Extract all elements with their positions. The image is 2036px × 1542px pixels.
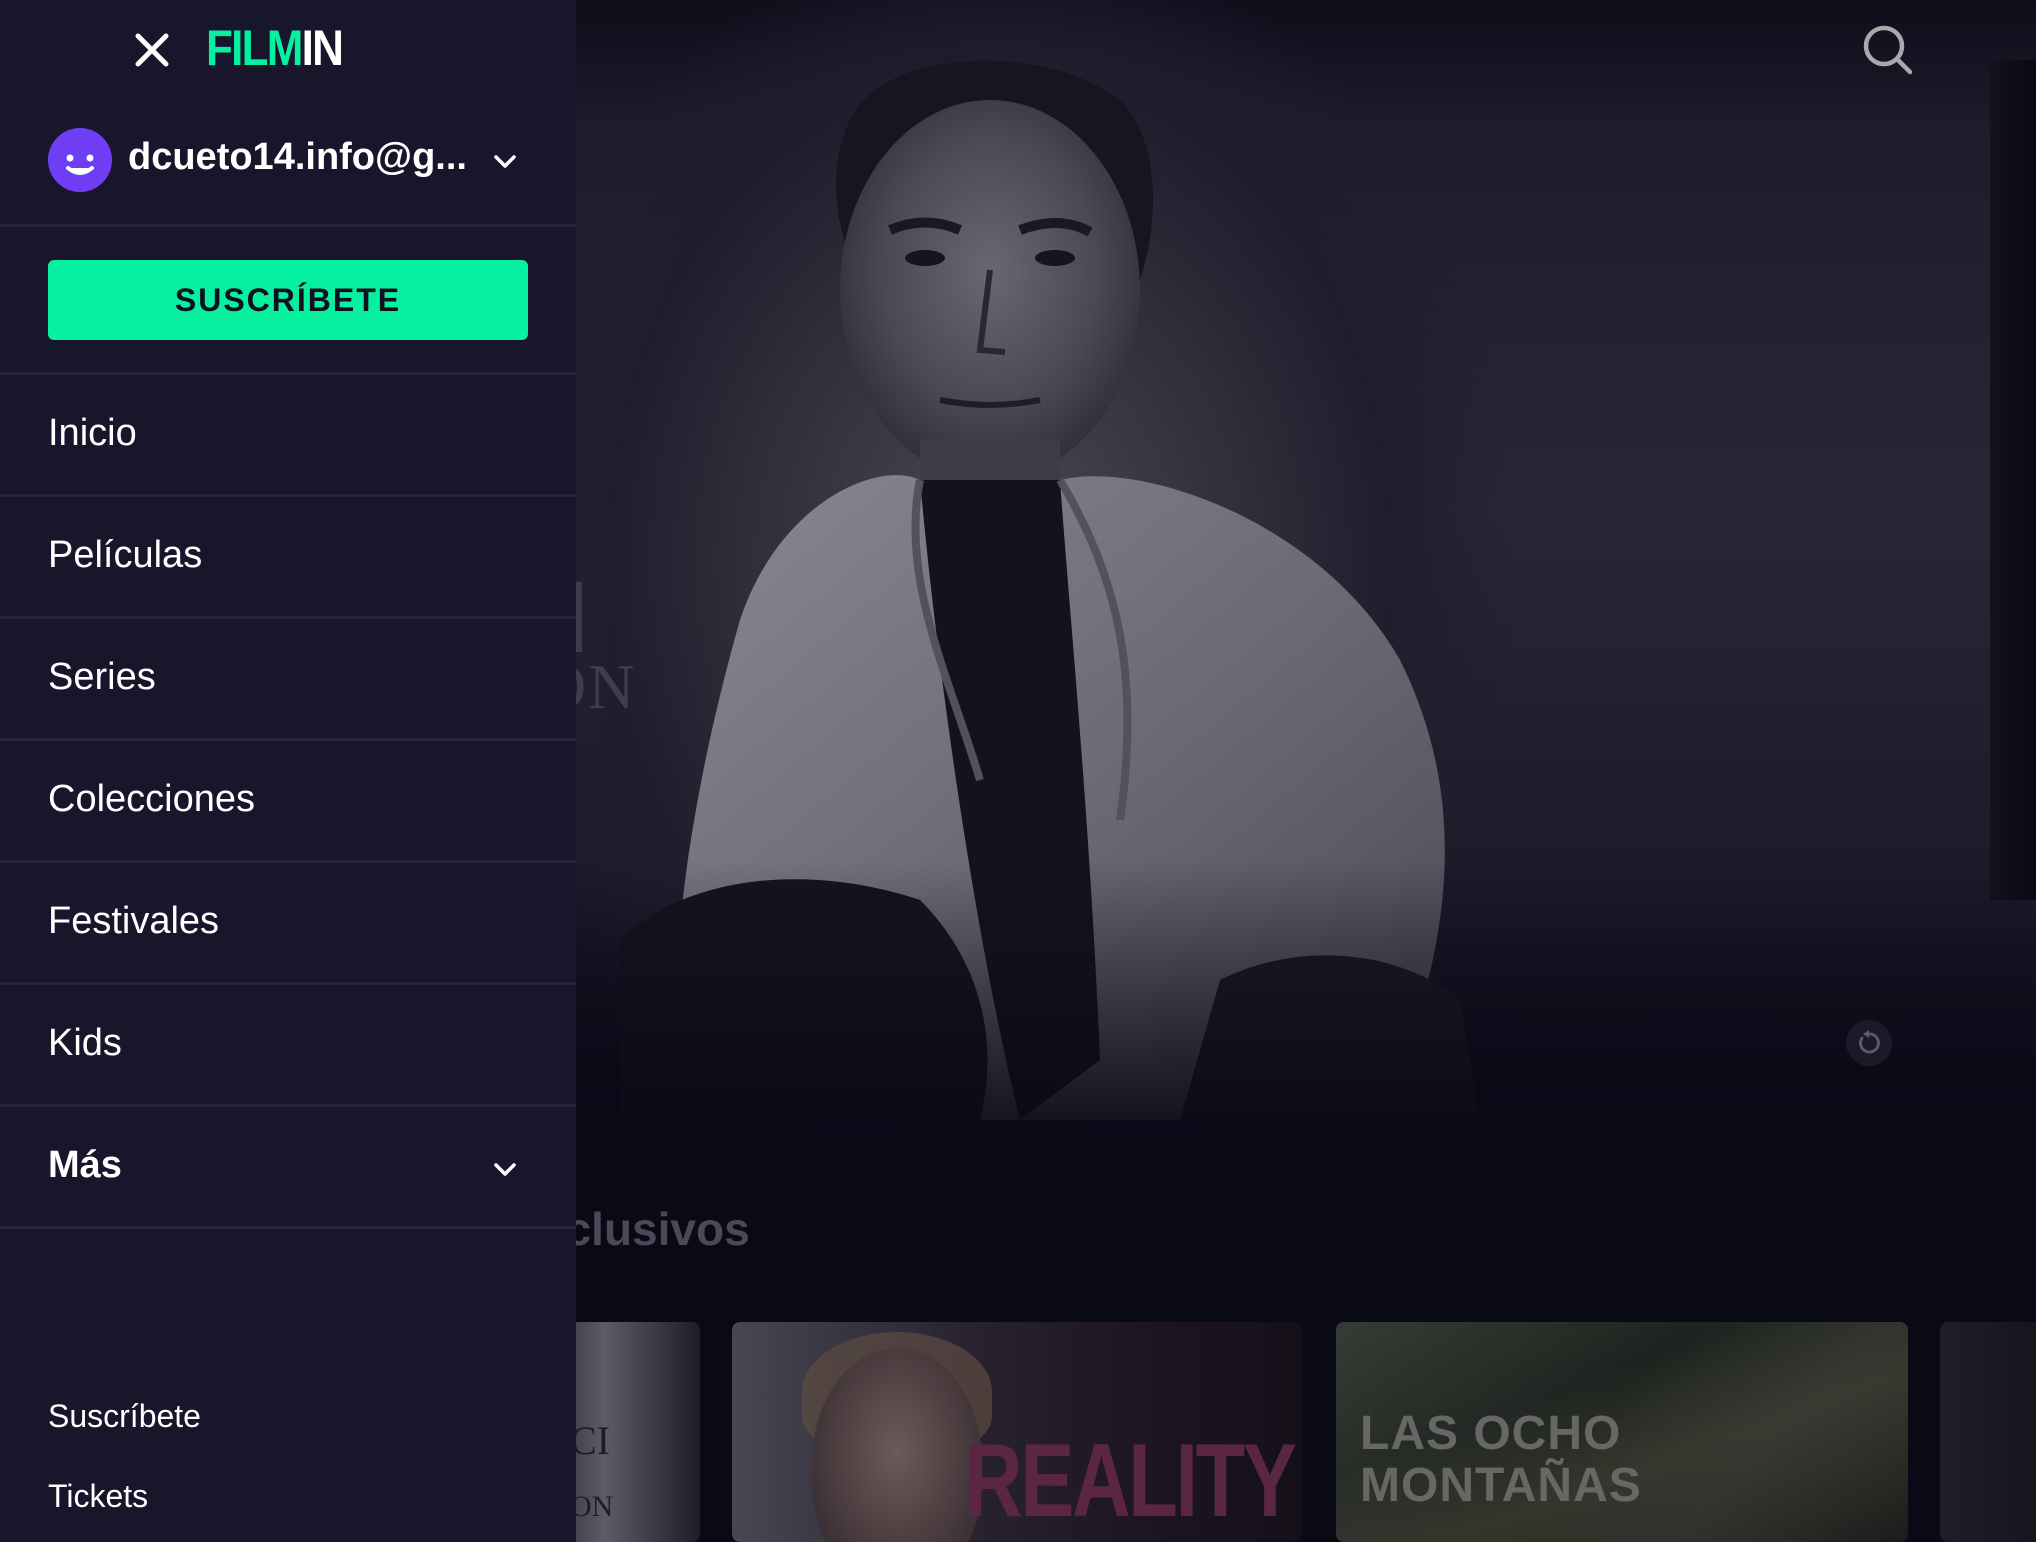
filmin-logo[interactable]: FILMIN [206,20,344,76]
drawer-header: FILMIN [0,0,576,96]
nav-item-colecciones[interactable]: Colecciones [0,742,576,862]
account-selector[interactable]: dcueto14.info@g... [0,110,576,220]
chevron-down-icon [494,155,516,168]
close-icon [135,33,169,67]
nav-item-label: Series [48,656,156,698]
nav-item-inicio[interactable]: Inicio [0,376,576,496]
divider [0,860,576,863]
nav-item-peliculas[interactable]: Películas [0,498,576,618]
divider [0,982,576,985]
divider [0,494,576,497]
footer-link-tickets[interactable]: Tickets [48,1478,148,1515]
nav-item-label: Películas [48,534,203,576]
nav-item-label: Inicio [48,412,137,454]
divider [0,224,576,227]
divider [0,738,576,741]
nav-item-label: Colecciones [48,778,255,820]
logo-part2: IN [301,20,344,76]
footer-link-suscribete[interactable]: Suscríbete [48,1398,201,1435]
side-drawer: FILMIN dcueto14.info@g... SUSCRÍBETE Ini… [0,0,576,1542]
nav-item-label: Kids [48,1022,122,1064]
subscribe-button[interactable]: SUSCRÍBETE [48,260,528,340]
close-button[interactable] [128,26,176,74]
nav-item-kids[interactable]: Kids [0,986,576,1106]
divider [0,372,576,375]
nav-item-festivales[interactable]: Festivales [0,864,576,984]
divider [0,1104,576,1107]
smiley-avatar-icon [48,128,112,192]
divider [0,1226,576,1229]
nav-item-label: Festivales [48,900,220,942]
chevron-down-icon [494,1163,516,1176]
nav-item-series[interactable]: Series [0,620,576,740]
account-email: dcueto14.info@g... [128,136,467,178]
nav-item-label: Más [48,1144,122,1186]
divider [0,616,576,619]
logo-part1: FILM [206,20,303,76]
nav-item-mas[interactable]: Más [0,1108,576,1228]
